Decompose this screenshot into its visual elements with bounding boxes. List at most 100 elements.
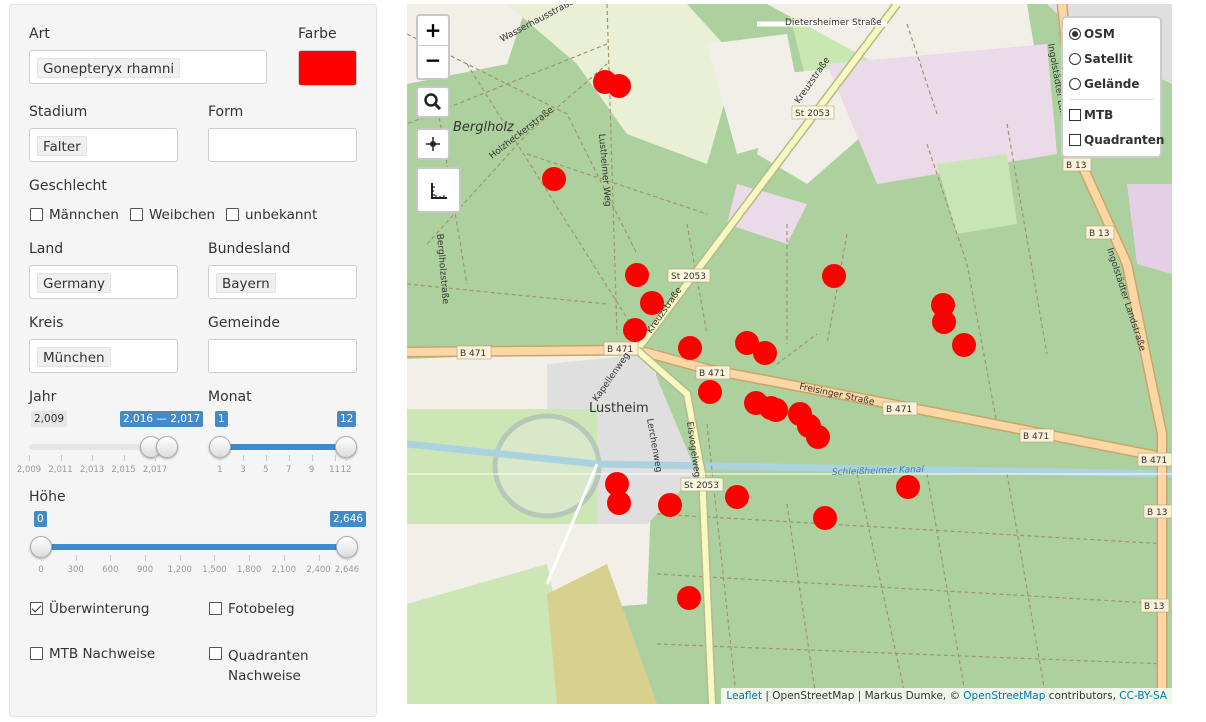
overlay-quadranten-label: Quadranten xyxy=(1084,133,1165,147)
monat-to-label: 12 xyxy=(337,411,357,427)
slider-tick xyxy=(214,555,216,561)
mtb-nachweise-checkbox[interactable] xyxy=(30,647,43,660)
road-label: B 13 xyxy=(1147,508,1168,518)
zoom-in-button[interactable]: + xyxy=(418,16,448,46)
layer-gelaende[interactable]: Gelände xyxy=(1069,75,1139,93)
kreis-select[interactable]: München xyxy=(29,339,178,373)
quadranten-nachweise-checkbox[interactable] xyxy=(209,647,222,660)
layer-satellit[interactable]: Satellit xyxy=(1069,50,1133,68)
slider-tick-label: 2,009 xyxy=(16,465,42,475)
overlay-quadranten-checkbox[interactable] xyxy=(1069,134,1081,146)
observation-marker[interactable] xyxy=(753,341,777,365)
observation-marker[interactable] xyxy=(640,291,664,315)
hoehe-from-label: 0 xyxy=(34,511,47,527)
bundesland-selected-tag[interactable]: Bayern xyxy=(216,273,276,293)
osm-link[interactable]: OpenStreetMap xyxy=(963,690,1045,702)
locate-button[interactable] xyxy=(416,128,450,160)
observation-marker[interactable] xyxy=(813,506,837,530)
observation-marker[interactable] xyxy=(677,586,701,610)
observation-marker[interactable] xyxy=(952,333,976,357)
observation-marker[interactable] xyxy=(764,398,788,422)
road-label: B 471 xyxy=(886,405,912,415)
monat-slider[interactable]: 1 12 1 3 5 7 9 11 12 xyxy=(209,411,357,475)
observation-marker[interactable] xyxy=(725,485,749,509)
hoehe-bar xyxy=(41,544,347,550)
map[interactable]: B 471 B 471 B 471 B 471 B 471 B 471 St 2… xyxy=(407,4,1172,704)
bundesland-select[interactable]: Bayern xyxy=(208,265,357,299)
attribution-text-2: contributors, xyxy=(1045,690,1120,702)
kreis-selected-tag[interactable]: München xyxy=(37,347,111,367)
observation-marker[interactable] xyxy=(822,264,846,288)
slider-tick-label: 5 xyxy=(263,465,269,475)
land-select[interactable]: Germany xyxy=(29,265,178,299)
layer-gelaende-radio[interactable] xyxy=(1069,78,1081,90)
slider-tick-label: 3 xyxy=(240,465,246,475)
observation-marker[interactable] xyxy=(623,318,647,342)
observation-marker[interactable] xyxy=(698,380,722,404)
observation-marker[interactable] xyxy=(932,310,956,334)
stadium-select[interactable]: Falter xyxy=(29,128,178,162)
observation-marker[interactable] xyxy=(542,167,566,191)
slider-tick xyxy=(60,455,62,461)
layer-osm-label: OSM xyxy=(1084,27,1115,41)
overlay-mtb[interactable]: MTB xyxy=(1069,106,1113,124)
observation-marker[interactable] xyxy=(658,493,682,517)
slider-tick-label: 1,800 xyxy=(236,565,262,575)
jahr-min-label: 2,009 xyxy=(31,411,68,427)
road-label: St 2053 xyxy=(684,481,719,491)
monat-label: Monat xyxy=(208,389,252,405)
attribution-text: | OpenStreetMap | Markus Dumke, © xyxy=(762,690,964,702)
road-label: B 13 xyxy=(1144,602,1165,612)
road-label: B 471 xyxy=(460,349,486,359)
road-label: St 2053 xyxy=(795,109,830,119)
layer-osm[interactable]: OSM xyxy=(1069,25,1115,43)
observation-marker[interactable] xyxy=(678,336,702,360)
slider-tick-label: 2,015 xyxy=(111,465,136,475)
measure-button[interactable] xyxy=(416,167,461,213)
fotobeleg-checkbox[interactable] xyxy=(209,602,222,615)
stadium-selected-tag[interactable]: Falter xyxy=(37,136,87,156)
slider-tick xyxy=(311,455,313,461)
land-selected-tag[interactable]: Germany xyxy=(37,273,112,293)
slider-tick-label: 1,500 xyxy=(202,565,227,575)
ueberwinterung-checkbox[interactable] xyxy=(30,602,43,615)
layer-osm-radio[interactable] xyxy=(1069,28,1081,40)
observation-marker[interactable] xyxy=(806,425,830,449)
slider-tick xyxy=(288,455,290,461)
art-select[interactable]: Gonepteryx rhamni xyxy=(29,50,267,84)
observation-marker[interactable] xyxy=(607,491,631,515)
slider-tick xyxy=(41,555,42,561)
jahr-range-label: 2,016 — 2,017 xyxy=(120,411,204,427)
slider-tick-label: 12 xyxy=(340,465,352,475)
license-link[interactable]: CC-BY-SA xyxy=(1119,690,1167,702)
slider-tick-label: 1,200 xyxy=(167,565,192,575)
layer-satellit-radio[interactable] xyxy=(1069,53,1081,65)
road-label: B 13 xyxy=(1089,229,1110,239)
form-select[interactable] xyxy=(208,128,357,162)
search-button[interactable] xyxy=(416,86,450,118)
gemeinde-label: Gemeinde xyxy=(208,315,280,331)
monat-ticks: 1 3 5 7 9 11 12 xyxy=(217,455,351,481)
road-label: Dietersheimer Straße xyxy=(785,18,882,28)
slider-tick-label: 300 xyxy=(67,565,84,575)
maennchen-checkbox[interactable] xyxy=(30,208,43,221)
observation-marker[interactable] xyxy=(607,74,631,98)
jahr-slider[interactable]: 2,009 2,016 — 2,017 2,009 2,011 2,013 2,015… xyxy=(17,411,204,475)
land-label: Land xyxy=(29,241,64,257)
art-selected-tag[interactable]: Gonepteryx rhamni xyxy=(37,58,181,78)
zoom-out-button[interactable]: − xyxy=(418,46,448,76)
hoehe-to-label: 2,646 xyxy=(330,511,367,527)
leaflet-link[interactable]: Leaflet xyxy=(726,690,762,702)
observation-marker[interactable] xyxy=(896,475,920,499)
hoehe-slider[interactable]: 0 2,646 0 300 600 900 1,200 1,500 1,800 2,100 2,… xyxy=(30,511,367,575)
unbekannt-checkbox[interactable] xyxy=(226,208,239,221)
slider-tick xyxy=(347,555,348,561)
gemeinde-select[interactable] xyxy=(208,339,357,373)
slider-tick-label: 11 xyxy=(329,465,340,475)
overlay-mtb-checkbox[interactable] xyxy=(1069,109,1081,121)
slider-tick-label: 2,646 xyxy=(334,565,360,575)
observation-marker[interactable] xyxy=(625,263,649,287)
color-picker[interactable] xyxy=(298,50,357,86)
weibchen-checkbox[interactable] xyxy=(130,208,143,221)
overlay-quadranten[interactable]: Quadranten xyxy=(1069,131,1164,149)
